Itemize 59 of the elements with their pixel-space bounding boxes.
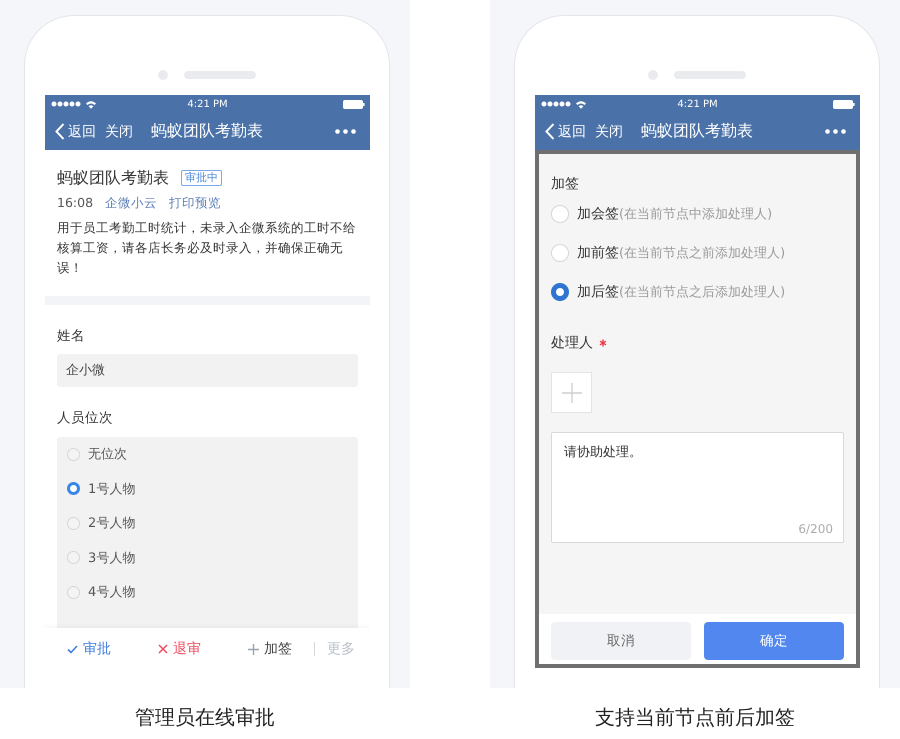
field-label: 人员位次: [57, 409, 114, 427]
clock-time: 4:21 PM: [187, 98, 228, 110]
back-label: 返回: [558, 122, 586, 140]
option-label: 3号人物: [88, 550, 136, 567]
comment-field[interactable]: 请协助处理。 6/200: [551, 432, 844, 543]
description: 用于员工考勤工时统计，未录入企微系统的工时不给核算工资，请各店长务必及时录入，并确保正确无误！: [57, 219, 357, 277]
add-button[interactable]: 加签: [248, 640, 314, 658]
plus-icon: [562, 382, 582, 402]
option-label: 加前签: [577, 244, 619, 262]
page-title: 蚂蚁团队考勤表: [641, 121, 754, 142]
chevron-left-icon: [55, 123, 65, 140]
option-hint: (在当前节点之后添加处理人): [619, 284, 786, 300]
option-label: 加后签: [577, 282, 619, 300]
signal-icon: [541, 101, 571, 107]
back-link[interactable]: 返回: [545, 122, 586, 140]
field-label: 姓名: [57, 327, 86, 345]
field-label: 处理人: [551, 334, 593, 352]
dialog-title: 加签: [551, 175, 580, 194]
signal-icon: [51, 101, 81, 107]
battery-icon: [343, 100, 365, 108]
wifi-icon: [575, 100, 587, 108]
option-label: 2号人物: [88, 515, 136, 532]
plus-icon: [248, 644, 259, 654]
reject-button[interactable]: 退审: [158, 640, 248, 658]
chevron-left-icon: [545, 123, 555, 140]
cancel-button[interactable]: 取消: [551, 622, 691, 660]
radio-button[interactable]: [551, 282, 569, 300]
option-label: 4号人物: [88, 584, 136, 602]
back-label: 返回: [68, 122, 96, 140]
char-counter: 6/200: [798, 522, 833, 536]
option-label: 加会签: [577, 204, 619, 222]
option-label: 1号人物: [88, 480, 136, 498]
approve-button[interactable]: 审批: [67, 640, 158, 658]
back-link[interactable]: 返回: [55, 122, 96, 140]
option-label: 无位次: [88, 446, 127, 464]
option-hint: (在当前节点中添加处理人): [619, 206, 772, 222]
battery-icon: [833, 100, 855, 108]
page-title: 蚂蚁团队考勤表: [151, 121, 264, 142]
author-name: 企微小云: [105, 195, 158, 211]
close-link[interactable]: 关闭: [595, 122, 623, 140]
confirm-button[interactable]: 确定: [704, 622, 844, 660]
add-assignee-button[interactable]: [551, 372, 592, 413]
form-title: 蚂蚁团队考勤表: [57, 168, 169, 188]
option-hint: (在当前节点之前添加处理人): [619, 244, 786, 262]
more-icon[interactable]: [335, 129, 356, 134]
close-icon: [158, 644, 168, 654]
caption: 支持当前节点前后加签: [594, 704, 796, 731]
wifi-icon: [85, 100, 97, 108]
more-icon[interactable]: [825, 129, 846, 134]
check-icon: [67, 644, 78, 654]
radio-button[interactable]: [67, 482, 80, 496]
status-badge: 审批中: [181, 170, 222, 186]
time-text: 16:08: [57, 195, 94, 211]
comment-text: 请协助处理。: [564, 445, 642, 460]
print-preview-link[interactable]: 打印预览: [169, 195, 222, 211]
caption: 管理员在线审批: [134, 704, 276, 731]
close-link[interactable]: 关闭: [105, 122, 133, 140]
clock-time: 4:21 PM: [677, 98, 718, 110]
name-field[interactable]: 企小微: [57, 354, 358, 387]
